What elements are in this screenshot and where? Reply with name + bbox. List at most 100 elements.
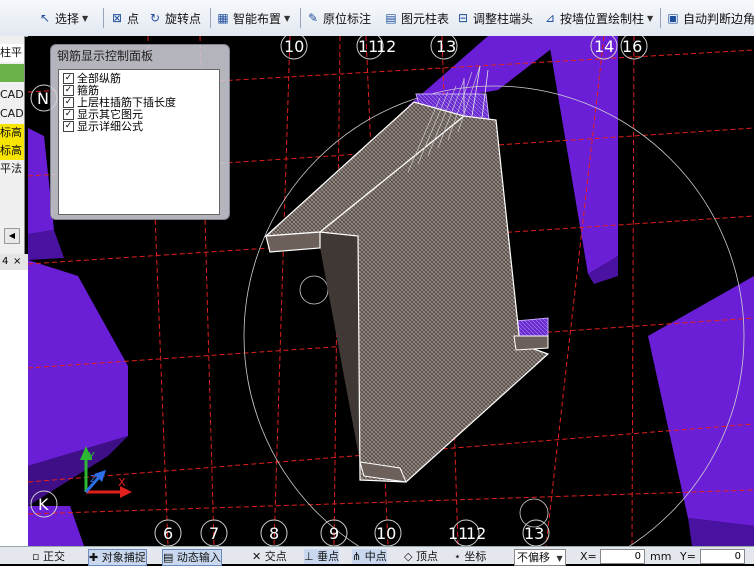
coordinate-snap[interactable]: ⋆ 坐标 [454, 549, 486, 564]
ortho-toggle[interactable]: ▫ 正交 [32, 549, 65, 564]
axis-label-bottom: 12 [466, 524, 486, 543]
vertex-snap[interactable]: ◇ 顶点 [404, 549, 438, 564]
axis-label-bottom: 9 [329, 524, 339, 543]
axis-label-bottom: 8 [269, 524, 279, 543]
rebar-display-panel[interactable]: 钢筋显示控制面板 ✓ 全部纵筋 ✓ 箍筋 ✓ 上层柱插筋下插长度 ✓ 显示其它图… [50, 44, 230, 220]
midpoint-icon: ⋔ [352, 550, 362, 563]
axis-label-bottom: 10 [376, 524, 396, 543]
toolbar-divider [660, 8, 661, 28]
chevron-down-icon: ▼ [556, 554, 563, 563]
x-coordinate-input[interactable]: 0 [600, 549, 645, 564]
perpendicular-label: 垂点 [317, 550, 340, 563]
perpendicular-snap[interactable]: ⊥ 垂点 [304, 549, 340, 564]
dynamic-input-toggle[interactable]: ▤ 动态输入 [162, 549, 222, 566]
panel-row[interactable]: CAD [0, 105, 24, 123]
draw-column-icon: ⊿ [544, 11, 556, 25]
toolbar-divider [300, 8, 301, 28]
checkbox-checked-icon[interactable]: ✓ [63, 84, 74, 96]
axis-label-bottom: 6 [163, 524, 173, 543]
chevron-down-icon: ▼ [82, 13, 89, 23]
in-situ-label: 原位标注 [323, 11, 372, 26]
wall-position-label: 按墙位置绘制柱 [560, 11, 645, 26]
rebar-column-3d[interactable] [264, 65, 550, 483]
smart-layout-button[interactable]: ▦ 智能布置 ▼ [216, 8, 290, 28]
rotate-icon: ↻ [149, 11, 161, 25]
point-icon: ⊠ [111, 11, 123, 25]
midpoint-label: 中点 [364, 550, 387, 563]
vertex-label: 顶点 [415, 550, 438, 563]
snap-icon: ✚ [89, 551, 99, 564]
panel-tab-label[interactable]: 4 [2, 254, 8, 270]
y-coordinate-label: Y= [680, 550, 696, 563]
adjust-column-end-button[interactable]: ⊟ 调整柱端头 [456, 8, 533, 28]
y-axis-label: Y [87, 450, 95, 463]
axis-label-bottom: 7 [209, 524, 219, 543]
checkbox-checked-icon[interactable]: ✓ [63, 108, 74, 120]
vertex-icon: ◇ [404, 550, 413, 563]
in-situ-annotation-button[interactable]: ✎ 原位标注 [306, 8, 371, 28]
auto-judge-corner-button[interactable]: ▣ 自动判断边角 [666, 8, 754, 28]
rotate-point-button[interactable]: ↻ 旋转点 [148, 8, 201, 28]
midpoint-snap[interactable]: ⋔ 中点 [352, 549, 387, 564]
panel-row-highlight[interactable] [0, 64, 24, 82]
axis-label-left: K [38, 495, 49, 514]
toolbar-divider [210, 8, 211, 28]
axis-label-top: 13 [436, 37, 456, 56]
axis-label-top: 12 [376, 37, 396, 56]
status-bar: ▫ 正交 ✚ 对象捕捉 ▤ 动态输入 ✕ 交点 ⊥ 垂点 ⋔ 中点 ◇ 顶点 ⋆… [0, 546, 754, 566]
close-icon[interactable]: × [13, 254, 21, 270]
panel-row[interactable]: 标高 [0, 124, 24, 142]
axis-label-top: 10 [284, 37, 304, 56]
top-toolbar: ↖ 选择 ▼ ⊠ 点 ↻ 旋转点 ▦ 智能布置 ▼ ✎ 原位标注 ▤ 图元柱表 … [0, 0, 754, 37]
rebar-option-list: ✓ 全部纵筋 ✓ 箍筋 ✓ 上层柱插筋下插长度 ✓ 显示其它图元 ✓ 显示详细公… [58, 69, 220, 215]
select-label: 选择 [55, 11, 80, 26]
panel-row[interactable]: CAD [0, 86, 24, 104]
purple-wall-right-bottom[interactable] [648, 276, 754, 526]
intersection-icon: ✕ [252, 550, 262, 563]
intersection-snap[interactable]: ✕ 交点 [252, 549, 287, 564]
rebar-panel-title: 钢筋显示控制面板 [57, 49, 154, 63]
panel-row[interactable]: 平法 [0, 160, 24, 178]
purple-wall-left-top-side[interactable] [28, 230, 64, 260]
object-snap-toggle[interactable]: ✚ 对象捕捉 [88, 549, 147, 566]
column-table-button[interactable]: ▤ 图元柱表 [384, 8, 449, 28]
purple-wall-left-mid[interactable] [28, 260, 128, 466]
select-button[interactable]: ↖ 选择 ▼ [38, 8, 88, 28]
coordinate-icon: ⋆ [454, 550, 461, 563]
purple-wall-right-top[interactable] [548, 36, 618, 274]
panel-row[interactable]: 柱平 [0, 44, 24, 62]
table-icon: ▤ [385, 11, 397, 25]
offset-select[interactable]: 不偏移 ▼ [514, 549, 566, 566]
scroll-left-icon[interactable]: ◀ [4, 228, 20, 244]
panel-row[interactable]: 标高 [0, 142, 24, 160]
purple-wall-left-bottom[interactable] [28, 506, 84, 546]
ortho-icon: ▫ [32, 550, 40, 563]
toolbar-divider [103, 8, 104, 28]
unit-label: mm [650, 550, 672, 563]
orbit-handle-left[interactable] [299, 275, 329, 305]
chevron-down-icon: ▼ [284, 13, 291, 23]
cursor-icon: ↖ [39, 11, 51, 25]
adjust-icon: ⊟ [457, 11, 469, 25]
ortho-label: 正交 [42, 550, 65, 563]
axis-label-bottom: 13 [524, 524, 544, 543]
z-axis-label: Z [90, 474, 97, 485]
draw-column-by-wall-button[interactable]: ⊿ 按墙位置绘制柱 ▼ [543, 8, 653, 28]
annotation-icon: ✎ [307, 11, 319, 25]
y-coordinate-input[interactable]: 0 [700, 549, 745, 564]
axis-label-top: 14 [594, 37, 614, 56]
offset-select-value: 不偏移 [517, 551, 550, 564]
rotate-point-label: 旋转点 [165, 11, 202, 26]
checkbox-checked-icon[interactable]: ✓ [63, 96, 74, 108]
option-show-detailed-formula[interactable]: ✓ 显示详细公式 [63, 120, 143, 133]
checkbox-checked-icon[interactable]: ✓ [63, 120, 74, 132]
checkbox-checked-icon[interactable]: ✓ [63, 72, 74, 84]
smart-layout-label: 智能布置 [233, 11, 282, 26]
x-coordinate-label: X= [580, 550, 597, 563]
point-button[interactable]: ⊠ 点 [110, 8, 139, 28]
grid-layout-icon: ▦ [217, 11, 229, 25]
x-axis-label: X [118, 476, 126, 489]
grid-axis-labels-bottom: 6 7 8 9 10 11 12 13 [163, 524, 544, 543]
column-table-label: 图元柱表 [401, 11, 450, 26]
axis-label-left: N [37, 89, 49, 108]
